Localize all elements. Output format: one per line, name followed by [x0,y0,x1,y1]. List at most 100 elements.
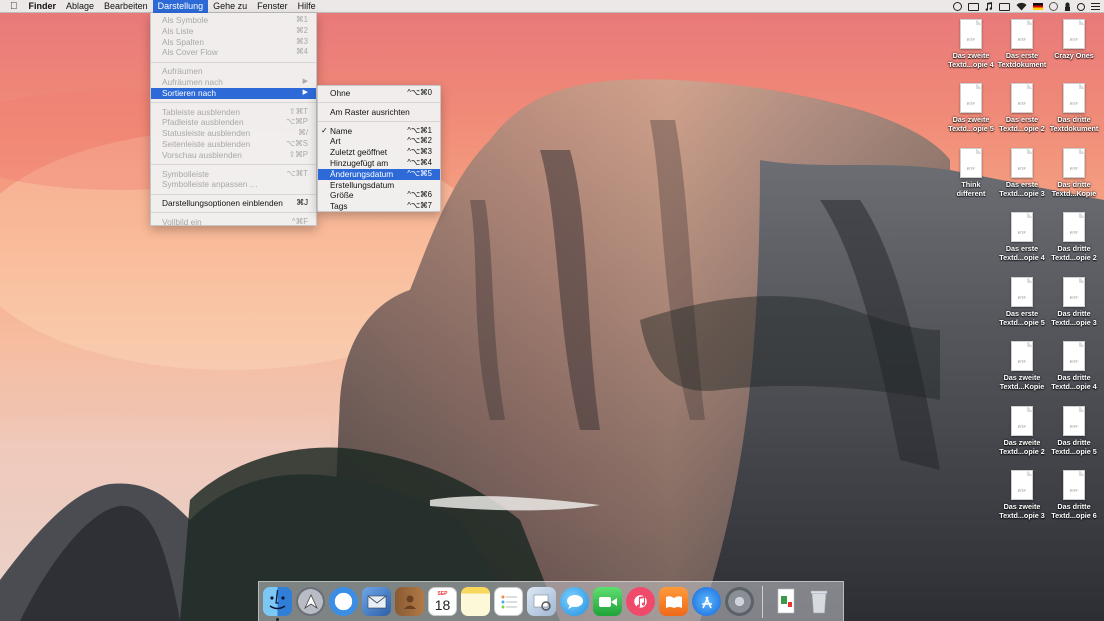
input-source-flag-icon[interactable] [1033,3,1043,10]
desktop-file-think-different[interactable]: RTF Think different [943,148,999,198]
menu-hilfe[interactable]: Hilfe [293,0,321,13]
user-icon[interactable] [1064,2,1071,11]
ibooks-icon[interactable] [659,587,688,616]
menu-item-als-symbole[interactable]: Als Symbole ⌘1 [151,15,316,26]
menu-finder[interactable]: Finder [24,0,62,13]
menu-darstellung[interactable]: Darstellung [152,0,209,13]
submenu-item-groesse[interactable]: Größe ^⌥⌘6 [318,190,440,201]
menu-bearbeiten[interactable]: Bearbeiten [99,0,153,13]
menu-item-shortcut: ⇧⌘P [288,149,308,159]
submenu-item-art[interactable]: Art ^⌥⌘2 [318,136,440,147]
desktop-file-crazy-ones[interactable]: RTF Crazy Ones [1046,19,1102,61]
desktop-file-das-zweite-kopie-3[interactable]: RTF Das zweite Textd...opie 3 [994,470,1050,520]
wifi-icon[interactable] [1016,2,1027,11]
facetime-icon[interactable] [593,587,622,616]
submenu-item-hinzugefuegt-am[interactable]: Hinzugefügt am ^⌥⌘4 [318,158,440,169]
desktop-file-das-zweite-kopie[interactable]: RTF Das zweite Textd...Kopie [994,341,1050,391]
desktop-file-label: Das zweite Textd...opie 4 [948,51,994,69]
app-store-icon[interactable] [692,587,721,616]
menu-item-shortcut: ^⌥⌘0 [407,88,432,97]
time-machine-icon[interactable] [953,2,962,11]
safari-icon[interactable] [329,587,358,616]
document-icon[interactable] [771,587,800,616]
contacts-icon[interactable] [395,587,424,616]
menu-gehe-zu[interactable]: Gehe zu [208,0,252,13]
menu-item-label: Tableiste ausblenden [162,106,240,117]
desktop-file-das-dritte-kopie-3[interactable]: RTF Das dritte Textd...opie 3 [1046,277,1102,327]
menu-item-aufraeumen-nach[interactable]: Aufräumen nach ▶ [151,77,316,88]
submenu-item-am-raster-ausrichten[interactable]: Am Raster ausrichten [318,107,440,118]
desktop-file-das-dritte-kopie-4[interactable]: RTF Das dritte Textd...opie 4 [1046,341,1102,391]
desktop-file-das-dritte-kopie-6[interactable]: RTF Das dritte Textd...opie 6 [1046,470,1102,520]
record-icon[interactable] [968,2,979,11]
trash-icon[interactable] [804,587,833,616]
desktop-file-das-erste-kopie-5[interactable]: RTF Das erste Textd...opie 5 [994,277,1050,327]
menu-item-darstellungsoptionen-einblenden[interactable]: Darstellungsoptionen einblenden ⌘J [151,198,316,209]
launchpad-icon[interactable] [296,587,325,616]
submenu-item-tags[interactable]: Tags ^⌥⌘7 [318,201,440,212]
menu-item-shortcut: ⌥⌘S [286,138,308,148]
calendar-icon[interactable]: SEP 18 [428,587,457,616]
finder-icon[interactable] [263,587,292,621]
menu-item-aufraeumen[interactable]: Aufräumen [151,66,316,77]
desktop-file-das-dritte-kopie-5[interactable]: RTF Das dritte Textd...opie 5 [1046,406,1102,456]
rtf-document-icon: RTF [1063,212,1085,242]
rtf-document-icon: RTF [1063,19,1085,49]
desktop-file-das-erste-kopie-3[interactable]: RTF Das erste Textd...opie 3 [994,148,1050,198]
sortieren-nach-submenu: Ohne ^⌥⌘0 Am Raster ausrichten ✓ Name ^⌥⌘1 … [317,85,441,212]
submenu-item-aenderungsdatum[interactable]: Änderungsdatum ^⌥⌘5 [318,168,440,180]
rtf-document-icon: RTF [1011,470,1033,500]
menu-item-symbolleiste[interactable]: Symbolleiste ⌥⌘T [151,169,316,180]
menu-item-pfadleiste-ausblenden[interactable]: Pfadleiste ausblenden ⌥⌘P [151,117,316,128]
menu-item-vollbild-ein[interactable]: Vollbild ein ^⌘F [151,217,316,228]
desktop-file-label: Das zweite Textd...opie 3 [999,502,1045,520]
mail-icon[interactable] [362,587,391,616]
menu-item-symbolleiste-anpassen[interactable]: Symbolleiste anpassen … [151,179,316,190]
spotlight-search-icon[interactable] [1077,2,1085,11]
menu-item-als-cover-flow[interactable]: Als Cover Flow ⌘4 [151,47,316,58]
menu-item-shortcut: ^⌥⌘7 [407,201,432,211]
menu-item-statusleiste-ausblenden[interactable]: Statusleiste ausblenden ⌘/ [151,128,316,139]
menu-item-seitenleiste-ausblenden[interactable]: Seitenleiste ausblenden ⌥⌘S [151,139,316,150]
menu-item-tableiste-ausblenden[interactable]: Tableiste ausblenden ⇧⌘T [151,107,316,118]
desktop-file-label: Das dritte Textd...opie 2 [1051,244,1097,262]
reminders-icon[interactable] [494,587,523,616]
airplay-icon[interactable] [999,2,1010,11]
desktop-file-das-erste-kopie-2[interactable]: RTF Das erste Textd...opie 2 [994,83,1050,133]
menu-item-label: Erstellungsdatum [330,179,395,190]
submenu-item-erstellungsdatum[interactable]: Erstellungsdatum [318,180,440,191]
notes-icon[interactable] [461,587,490,616]
submenu-arrow-icon: ▶ [302,77,308,85]
menu-item-als-spalten[interactable]: Als Spalten ⌘3 [151,37,316,48]
submenu-item-ohne[interactable]: Ohne ^⌥⌘0 [318,88,440,99]
desktop-file-das-zweite-kopie-5[interactable]: RTF Das zweite Textd...opie 5 [943,83,999,133]
desktop-file-das-erste-kopie-4[interactable]: RTF Das erste Textd...opie 4 [994,212,1050,262]
itunes-icon[interactable] [626,587,655,616]
desktop-file-das-zweite-kopie-2[interactable]: RTF Das zweite Textd...opie 2 [994,406,1050,456]
audio-icon[interactable] [985,2,993,11]
menu-item-shortcut: ^⌥⌘2 [407,136,432,146]
messages-icon[interactable] [560,587,589,616]
menu-item-sortieren-nach[interactable]: Sortieren nach ▶ [151,87,316,99]
desktop-file-das-dritte-textdokument[interactable]: RTF Das dritte Textdokument [1046,83,1102,133]
menu-item-label: Zuletzt geöffnet [330,147,388,158]
desktop-file-das-dritte-kopie[interactable]: RTF Das dritte Textd...Kopie [1046,148,1102,198]
menu-item-label: Statusleiste ausblenden [162,128,251,139]
menu-item-label: Hinzugefügt am [330,157,389,168]
desktop-file-das-dritte-kopie-2[interactable]: RTF Das dritte Textd...opie 2 [1046,212,1102,262]
menu-ablage[interactable]: Ablage [61,0,99,13]
checkmark-icon: ✓ [321,125,328,135]
submenu-item-zuletzt-geoeffnet[interactable]: Zuletzt geöffnet ^⌥⌘3 [318,147,440,158]
menu-fenster[interactable]: Fenster [252,0,293,13]
notification-center-icon[interactable] [1091,2,1100,11]
desktop-file-das-zweite-kopie-4[interactable]: RTF Das zweite Textd...opie 4 [943,19,999,69]
menu-item-als-liste[interactable]: Als Liste ⌘2 [151,26,316,37]
desktop-file-label: Das zweite Textd...Kopie [999,373,1045,391]
sync-icon[interactable] [1049,2,1058,11]
submenu-item-name[interactable]: ✓ Name ^⌥⌘1 [318,126,440,137]
preview-icon[interactable] [527,587,556,616]
desktop-file-das-erste-textdokument[interactable]: RTF Das erste Textdokument [994,19,1050,69]
menu-item-vorschau-ausblenden[interactable]: Vorschau ausblenden ⇧⌘P [151,150,316,161]
apple-menu-icon[interactable]:  [0,0,24,13]
system-preferences-icon[interactable] [725,587,754,616]
